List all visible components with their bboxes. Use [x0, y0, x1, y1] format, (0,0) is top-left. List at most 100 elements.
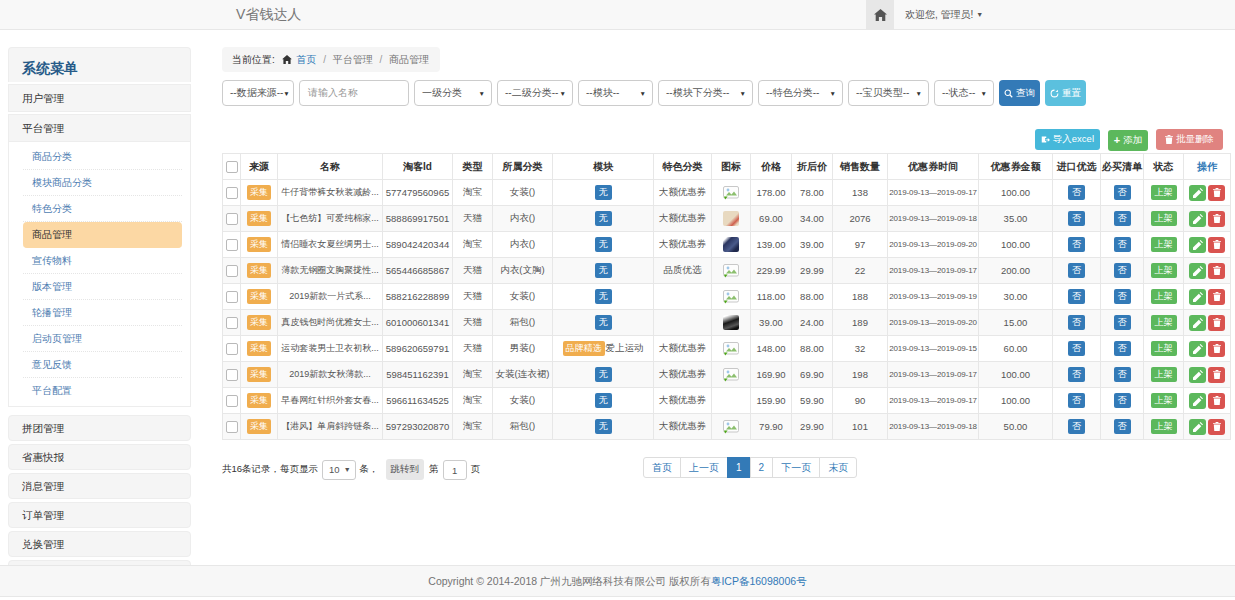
nav-home-button[interactable] [866, 0, 894, 29]
status-toggle[interactable]: 上架 [1151, 185, 1177, 200]
sidebar-section-省惠快报[interactable]: 省惠快报 [8, 444, 191, 470]
sidebar-item-特色分类[interactable]: 特色分类 [23, 196, 182, 222]
jump-button[interactable]: 跳转到 [386, 459, 425, 480]
edit-button[interactable] [1189, 237, 1206, 253]
status-toggle[interactable]: 上架 [1151, 315, 1177, 330]
sidebar-item-启动页管理[interactable]: 启动页管理 [23, 326, 182, 352]
row-checkbox[interactable] [226, 213, 238, 225]
filter-select-模块[interactable]: --模块--▼ [578, 80, 653, 106]
page-button-上一页[interactable]: 上一页 [680, 457, 728, 478]
must-buy-toggle[interactable]: 否 [1114, 419, 1131, 434]
sidebar-item-商品管理[interactable]: 商品管理 [23, 222, 182, 248]
filter-select-data-source[interactable]: --数据来源--▼ [222, 80, 294, 106]
delete-button[interactable] [1208, 315, 1225, 331]
row-checkbox[interactable] [226, 291, 238, 303]
delete-button[interactable] [1208, 367, 1225, 383]
status-toggle[interactable]: 上架 [1151, 211, 1177, 226]
edit-button[interactable] [1189, 185, 1206, 201]
edit-button[interactable] [1189, 341, 1206, 357]
import-select-toggle[interactable]: 否 [1068, 185, 1085, 200]
status-toggle[interactable]: 上架 [1151, 419, 1177, 434]
sidebar-item-模块商品分类[interactable]: 模块商品分类 [23, 170, 182, 196]
status-toggle[interactable]: 上架 [1151, 289, 1177, 304]
filter-select-状态[interactable]: --状态--▼ [934, 80, 994, 106]
row-checkbox[interactable] [226, 317, 238, 329]
row-checkbox[interactable] [226, 369, 238, 381]
import-select-toggle[interactable]: 否 [1068, 419, 1085, 434]
page-button-首页[interactable]: 首页 [643, 457, 681, 478]
delete-button[interactable] [1208, 237, 1225, 253]
reset-button[interactable]: 重置 [1045, 80, 1086, 106]
status-toggle[interactable]: 上架 [1151, 393, 1177, 408]
delete-button[interactable] [1208, 263, 1225, 279]
sidebar-section-兑换管理[interactable]: 兑换管理 [8, 531, 191, 557]
sidebar-item-商品分类[interactable]: 商品分类 [23, 144, 182, 170]
user-dropdown[interactable]: 欢迎您, 管理员! ▼ [905, 0, 983, 29]
page-button-2[interactable]: 2 [750, 457, 774, 478]
import-select-toggle[interactable]: 否 [1068, 289, 1085, 304]
sidebar-section-拼团管理[interactable]: 拼团管理 [8, 415, 191, 441]
sidebar-section-平台管理[interactable]: 平台管理 [8, 114, 191, 142]
sidebar-section-订单管理[interactable]: 订单管理 [8, 502, 191, 528]
row-checkbox[interactable] [226, 187, 238, 199]
must-buy-toggle[interactable]: 否 [1114, 315, 1131, 330]
import-select-toggle[interactable]: 否 [1068, 237, 1085, 252]
must-buy-toggle[interactable]: 否 [1114, 211, 1131, 226]
filter-select-一级分类[interactable]: 一级分类▼ [414, 80, 492, 106]
sidebar-section-用户管理[interactable]: 用户管理 [8, 84, 191, 112]
must-buy-toggle[interactable]: 否 [1114, 367, 1131, 382]
import-select-toggle[interactable]: 否 [1068, 393, 1085, 408]
must-buy-toggle[interactable]: 否 [1114, 263, 1131, 278]
page-size-select[interactable]: 10▼ [322, 460, 356, 480]
add-button[interactable]: + 添加 [1108, 130, 1148, 151]
edit-button[interactable] [1189, 263, 1206, 279]
import-select-toggle[interactable]: 否 [1068, 367, 1085, 382]
select-all-checkbox[interactable] [226, 161, 238, 173]
page-button-1[interactable]: 1 [727, 457, 751, 478]
page-number-input[interactable]: 1 [443, 460, 467, 480]
page-button-末页[interactable]: 末页 [819, 457, 857, 478]
row-checkbox[interactable] [226, 343, 238, 355]
delete-button[interactable] [1208, 341, 1225, 357]
import-select-toggle[interactable]: 否 [1068, 315, 1085, 330]
edit-button[interactable] [1189, 315, 1206, 331]
import-select-toggle[interactable]: 否 [1068, 341, 1085, 356]
name-search-input[interactable]: 请输入名称 [299, 80, 409, 106]
import-select-toggle[interactable]: 否 [1068, 211, 1085, 226]
must-buy-toggle[interactable]: 否 [1114, 341, 1131, 356]
row-checkbox[interactable] [226, 239, 238, 251]
row-checkbox[interactable] [226, 395, 238, 407]
sidebar-item-轮播管理[interactable]: 轮播管理 [23, 300, 182, 326]
filter-select-宝贝类型[interactable]: --宝贝类型--▼ [848, 80, 929, 106]
must-buy-toggle[interactable]: 否 [1114, 237, 1131, 252]
icp-link[interactable]: 粤ICP备16098006号 [711, 575, 807, 587]
row-checkbox[interactable] [226, 421, 238, 433]
sidebar-item-版本管理[interactable]: 版本管理 [23, 274, 182, 300]
row-checkbox[interactable] [226, 265, 238, 277]
search-button[interactable]: 查询 [999, 80, 1040, 106]
delete-button[interactable] [1208, 211, 1225, 227]
edit-button[interactable] [1189, 393, 1206, 409]
breadcrumb-home-link[interactable]: 首页 [296, 54, 316, 65]
must-buy-toggle[interactable]: 否 [1114, 185, 1131, 200]
status-toggle[interactable]: 上架 [1151, 263, 1177, 278]
import-select-toggle[interactable]: 否 [1068, 263, 1085, 278]
edit-button[interactable] [1189, 367, 1206, 383]
status-toggle[interactable]: 上架 [1151, 341, 1177, 356]
sidebar-section-消息管理[interactable]: 消息管理 [8, 473, 191, 499]
delete-button[interactable] [1208, 393, 1225, 409]
batch-delete-button[interactable]: 批量删除 [1156, 129, 1223, 150]
edit-button[interactable] [1189, 289, 1206, 305]
must-buy-toggle[interactable]: 否 [1114, 289, 1131, 304]
sidebar-item-宣传物料[interactable]: 宣传物料 [23, 248, 182, 274]
filter-select-二级分类[interactable]: --二级分类--▼ [497, 80, 573, 106]
page-button-下一页[interactable]: 下一页 [772, 457, 820, 478]
filter-select-特色分类[interactable]: --特色分类--▼ [758, 80, 843, 106]
delete-button[interactable] [1208, 185, 1225, 201]
status-toggle[interactable]: 上架 [1151, 367, 1177, 382]
sidebar-item-平台配置[interactable]: 平台配置 [23, 378, 182, 404]
edit-button[interactable] [1189, 211, 1206, 227]
edit-button[interactable] [1189, 419, 1206, 435]
must-buy-toggle[interactable]: 否 [1114, 393, 1131, 408]
import-excel-button[interactable]: 导入excel [1035, 129, 1100, 150]
